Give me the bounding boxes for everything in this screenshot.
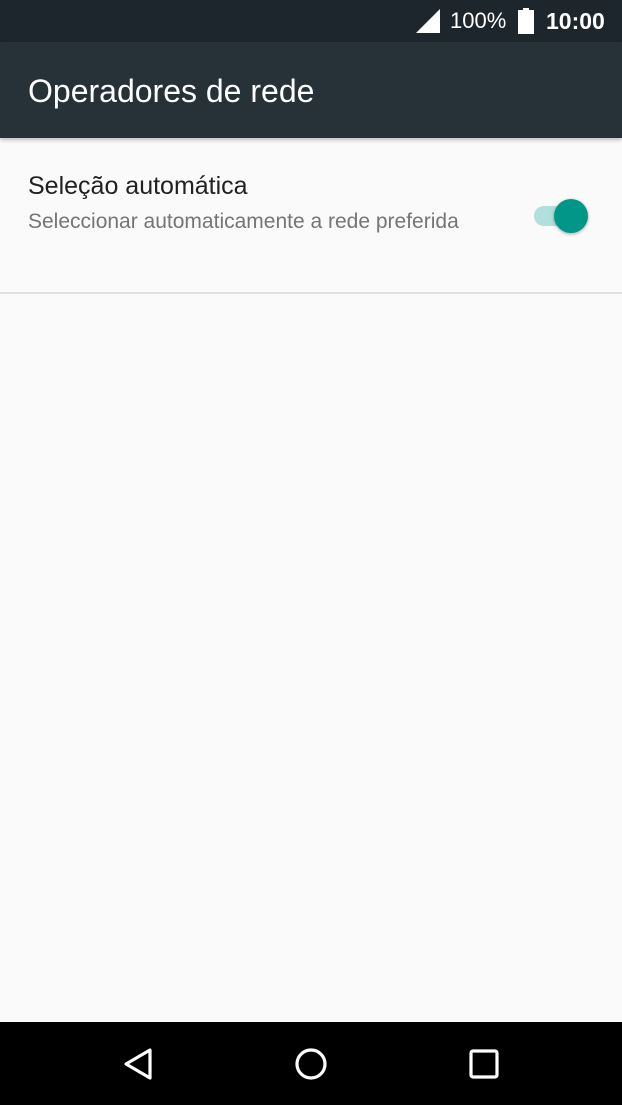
page-title: Operadores de rede — [28, 73, 315, 109]
toggle-thumb — [554, 199, 588, 233]
battery-full-icon — [518, 8, 534, 34]
cell-signal-icon — [416, 9, 440, 33]
app-bar: Operadores de rede — [0, 42, 622, 138]
auto-selection-toggle[interactable] — [534, 197, 590, 235]
home-circle-icon[interactable] — [289, 1042, 333, 1086]
status-bar: 100% 10:00 — [0, 0, 622, 42]
status-clock: 10:00 — [546, 8, 605, 34]
divider — [0, 292, 622, 294]
preference-summary: Seleccionar automaticamente a rede prefe… — [28, 210, 459, 233]
recents-square-icon[interactable] — [462, 1042, 506, 1086]
navigation-bar — [0, 1022, 622, 1105]
back-triangle-icon[interactable] — [117, 1042, 161, 1086]
preference-title: Seleção automática — [28, 172, 248, 200]
auto-selection-preference[interactable]: Seleção automática Seleccionar automatic… — [0, 139, 622, 292]
battery-percentage: 100% — [450, 8, 507, 33]
